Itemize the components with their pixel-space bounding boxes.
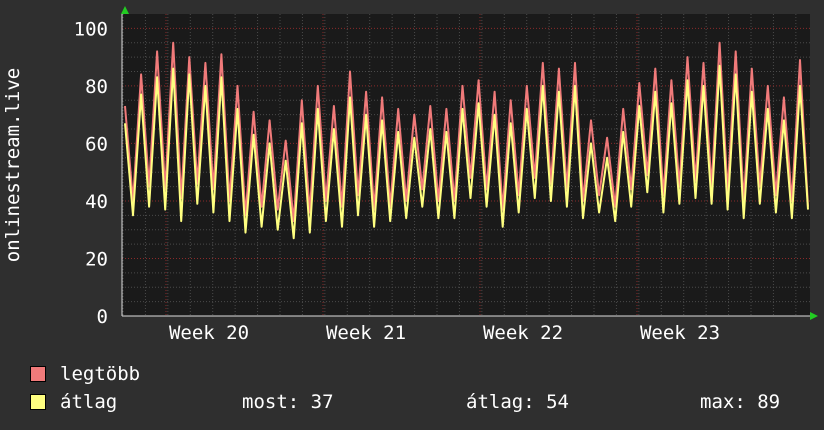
plot-area [122, 14, 810, 316]
legend-swatch-avg [30, 394, 46, 410]
stat-average: átlag: 54 [466, 391, 569, 413]
y-tick-label: 40 [85, 191, 108, 213]
y-tick-label: 100 [74, 18, 108, 40]
x-tick-label: Week 21 [326, 322, 406, 344]
y-axis: 0 20 40 60 80 100 [74, 14, 123, 328]
stat-now: most: 37 [242, 391, 334, 413]
legend-label-avg: átlag [60, 391, 118, 413]
legend-label-max: legtöbb [60, 363, 141, 385]
legend-item-max: legtöbb [30, 363, 140, 385]
stat-max: max: 89 [700, 391, 781, 413]
y-axis-label: onlinestream.live [2, 68, 24, 262]
y-tick-label: 0 [97, 306, 108, 328]
y-tick-label: 60 [85, 133, 108, 155]
y-axis-arrow-icon [121, 6, 129, 14]
y-tick-label: 20 [85, 248, 108, 270]
y-tick-label: 80 [85, 76, 108, 98]
x-axis: Week 20 Week 21 Week 22 Week 23 [122, 315, 810, 344]
legend-swatch-max [30, 366, 46, 382]
legend-item-avg: átlag [30, 391, 117, 413]
x-tick-label: Week 23 [640, 322, 720, 344]
line-chart: 020406080100 Week 20 Week 21 Week 22 Week 2… [2, 6, 818, 344]
x-tick-label: Week 22 [483, 322, 563, 344]
x-tick-label: Week 20 [169, 322, 249, 344]
x-axis-arrow-icon [810, 312, 818, 320]
